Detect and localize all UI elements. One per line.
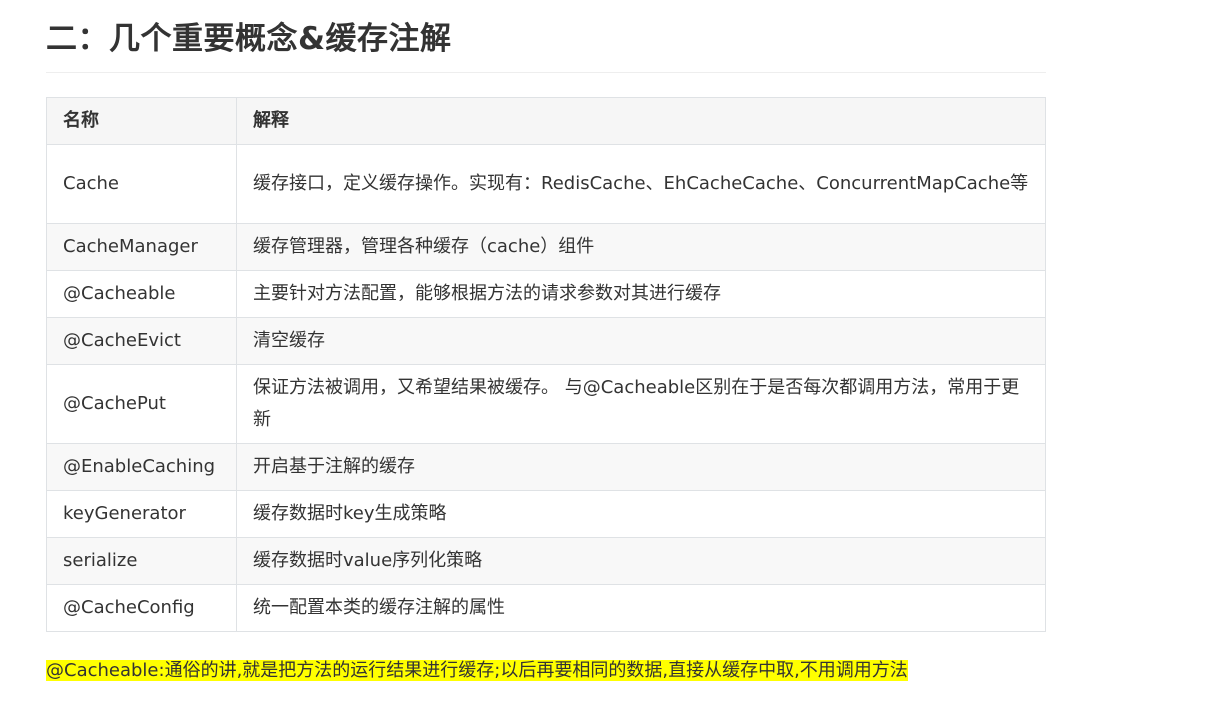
concept-name: serialize <box>46 537 237 585</box>
table-row: @EnableCaching 开启基于注解的缓存 <box>46 443 1046 491</box>
section-heading: 二：几个重要概念&缓存注解 <box>46 21 452 57</box>
concept-description: 主要针对方法配置，能够根据方法的请求参数对其进行缓存 <box>236 270 1046 318</box>
concept-name: @CachePut <box>46 364 237 444</box>
header-description: 解释 <box>236 97 1046 145</box>
concept-name: Cache <box>46 144 237 224</box>
concept-description: 统一配置本类的缓存注解的属性 <box>236 584 1046 632</box>
table-row: Cache 缓存接口，定义缓存操作。实现有：RedisCache、EhCache… <box>46 144 1046 224</box>
concept-name: @Cacheable <box>46 270 237 318</box>
concepts-table: 名称 解释 Cache 缓存接口，定义缓存操作。实现有：RedisCache、E… <box>46 97 1046 632</box>
concept-description: 缓存数据时value序列化策略 <box>236 537 1046 585</box>
heading-divider <box>46 72 1046 73</box>
concept-description: 清空缓存 <box>236 317 1046 365</box>
table-row: @Cacheable 主要针对方法配置，能够根据方法的请求参数对其进行缓存 <box>46 270 1046 318</box>
header-name: 名称 <box>46 97 237 145</box>
table-header-row: 名称 解释 <box>46 97 1046 145</box>
concept-name: CacheManager <box>46 223 237 271</box>
table-row: @CachePut 保证方法被调用，又希望结果被缓存。 与@Cacheable区… <box>46 364 1046 444</box>
concept-description: 缓存接口，定义缓存操作。实现有：RedisCache、EhCacheCache、… <box>236 144 1046 224</box>
concept-description: 缓存数据时key生成策略 <box>236 490 1046 538</box>
concept-name: @EnableCaching <box>46 443 237 491</box>
table-row: @CacheConfig 统一配置本类的缓存注解的属性 <box>46 584 1046 632</box>
concept-description: 缓存管理器，管理各种缓存（cache）组件 <box>236 223 1046 271</box>
table-row: serialize 缓存数据时value序列化策略 <box>46 537 1046 585</box>
table-row: keyGenerator 缓存数据时key生成策略 <box>46 490 1046 538</box>
table-row: @CacheEvict 清空缓存 <box>46 317 1046 365</box>
note-highlight-text: @Cacheable:通俗的讲,就是把方法的运行结果进行缓存;以后再要相同的数据… <box>46 660 908 681</box>
concept-description: 开启基于注解的缓存 <box>236 443 1046 491</box>
article-content: 二：几个重要概念&缓存注解 名称 解释 Cache 缓存接口，定义缓存操作。实现… <box>46 0 1046 632</box>
concept-name: @CacheEvict <box>46 317 237 365</box>
table-row: CacheManager 缓存管理器，管理各种缓存（cache）组件 <box>46 223 1046 271</box>
concept-description: 保证方法被调用，又希望结果被缓存。 与@Cacheable区别在于是否每次都调用… <box>236 364 1046 444</box>
concept-name: keyGenerator <box>46 490 237 538</box>
concept-name: @CacheConfig <box>46 584 237 632</box>
highlighted-note: @Cacheable:通俗的讲,就是把方法的运行结果进行缓存;以后再要相同的数据… <box>46 657 908 685</box>
